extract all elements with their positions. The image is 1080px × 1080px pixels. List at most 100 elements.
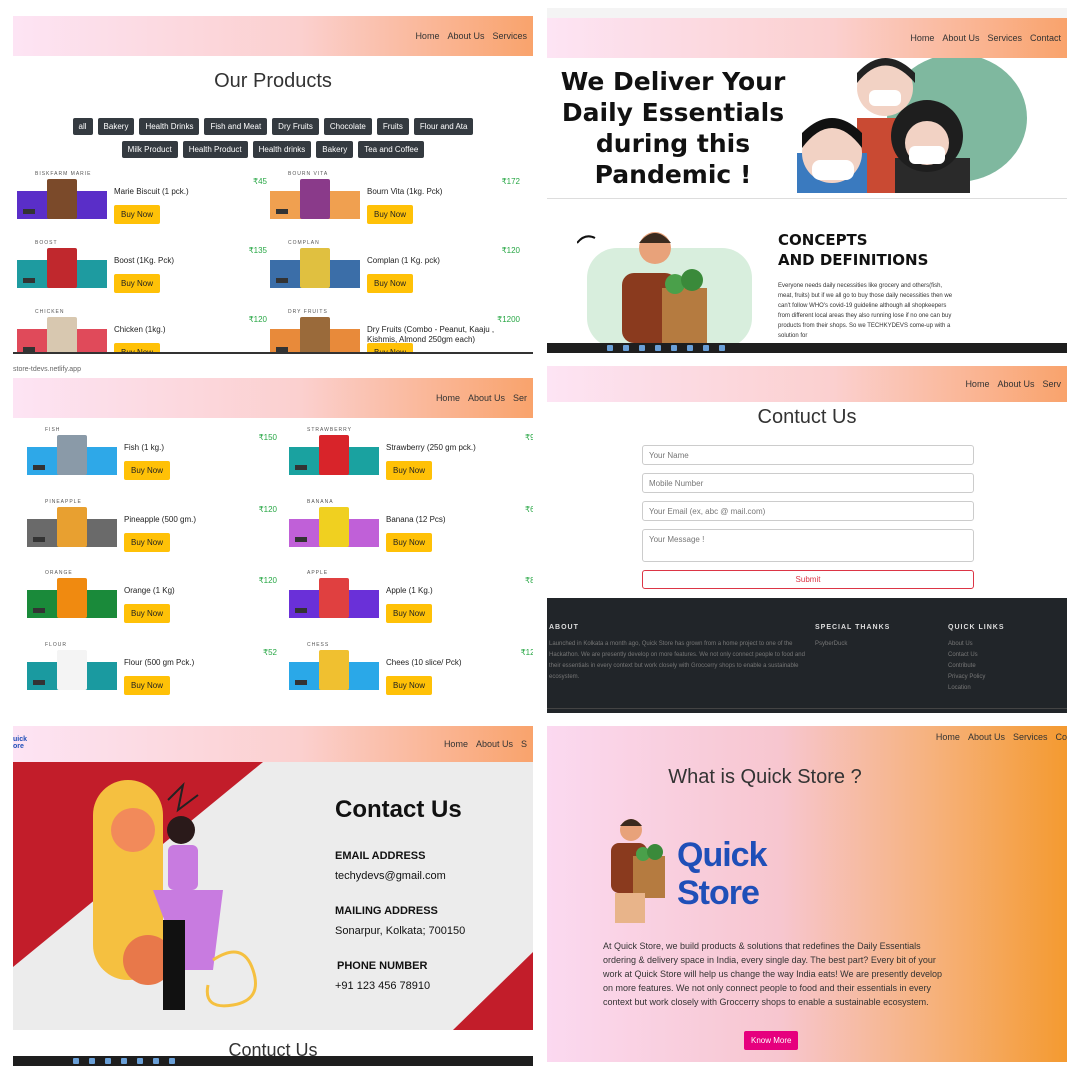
buy-now-button[interactable]: Buy Now	[124, 604, 171, 623]
nav-services[interactable]: Services	[492, 31, 527, 41]
taskbar-icon[interactable]	[153, 1058, 159, 1064]
taskbar-icon[interactable]	[719, 345, 725, 351]
nav-contact[interactable]: Contact	[1030, 33, 1061, 43]
nav-about[interactable]: About Us	[997, 379, 1034, 389]
product-package	[57, 506, 87, 547]
filter-chip[interactable]: Tea and Coffee	[358, 141, 425, 158]
taskbar-icon[interactable]	[671, 345, 677, 351]
product-package	[47, 317, 77, 354]
mobile-input[interactable]: Mobile Number	[642, 473, 974, 493]
product-brand: BOOST	[35, 240, 58, 246]
buy-now-button[interactable]: Buy Now	[124, 532, 171, 552]
product-card: BISKFARM MARIE Marie Biscuit (1 pck.) ₹45 B…	[17, 171, 267, 239]
nav-home[interactable]: Home	[444, 739, 468, 749]
submit-button[interactable]: Submit	[642, 570, 974, 589]
filter-chip[interactable]: Flour and Ata	[413, 118, 474, 135]
filter-chip[interactable]: Bakery	[97, 118, 135, 135]
filter-chip[interactable]: Chocolate	[323, 118, 372, 135]
product-name: Marie Biscuit (1 pck.)	[114, 187, 189, 196]
nav-services[interactable]: Services	[987, 33, 1022, 43]
filter-chip[interactable]: Fruits	[376, 118, 409, 135]
filter-chip[interactable]: Milk Product	[121, 141, 178, 158]
nav-about[interactable]: About Us	[447, 31, 484, 41]
filter-chip[interactable]: Dry Fruits	[272, 118, 319, 135]
filter-chip[interactable]: Health Product	[182, 141, 248, 158]
product-package	[47, 248, 77, 288]
products-panel: Home About Us Services Our Products all B…	[13, 16, 533, 354]
taskbar-icon[interactable]	[639, 345, 645, 351]
buy-now-button[interactable]: Buy Now	[114, 205, 161, 224]
taskbar-icon[interactable]	[105, 1058, 111, 1064]
taskbar-icon[interactable]	[89, 1058, 95, 1064]
taskbar-icon[interactable]	[137, 1058, 143, 1064]
nav-about[interactable]: About Us	[468, 393, 505, 403]
footer-about-text: Launched in Kolkata a month ago, Quick S…	[549, 641, 805, 680]
taskbar-icon[interactable]	[121, 1058, 127, 1064]
nav-home[interactable]: Home	[415, 31, 439, 41]
nav-services[interactable]: Ser	[513, 393, 527, 403]
nav-about[interactable]: About Us	[476, 739, 513, 749]
barcode-icon	[33, 679, 45, 685]
buy-now-button[interactable]: Buy Now	[367, 274, 414, 293]
nav-home[interactable]: Home	[910, 33, 934, 43]
nav-services[interactable]: S	[521, 739, 527, 749]
barcode-icon	[23, 278, 35, 283]
product-price: ₹120	[258, 576, 277, 585]
buy-now-button[interactable]: Buy Now	[386, 461, 433, 480]
nav-about[interactable]: About Us	[968, 732, 1005, 742]
buy-now-button[interactable]: Buy Now	[386, 532, 433, 552]
footer-thanks-link[interactable]: PsyberDuck	[815, 639, 925, 650]
product-card: BANANA Banana (12 Pcs) ₹60 Buy Now	[289, 499, 533, 567]
nav-home[interactable]: Home	[965, 379, 989, 389]
filter-row-1: all Bakery Health Drinks Fish and Meat Dry F…	[13, 118, 533, 135]
taskbar-icon[interactable]	[169, 1058, 175, 1064]
filter-chip[interactable]: all	[72, 118, 93, 135]
product-price: ₹120	[501, 246, 520, 255]
url-bar[interactable]: store-tdevs.netlify.app	[13, 366, 81, 373]
filter-chip[interactable]: Health Drinks	[139, 118, 200, 135]
message-textarea[interactable]: Your Message !	[642, 529, 974, 562]
buy-now-button[interactable]: Buy Now	[386, 604, 433, 623]
buy-now-button[interactable]: Buy Now	[367, 205, 414, 224]
filter-chip[interactable]: Fish and Meat	[204, 118, 268, 135]
taskbar-icon[interactable]	[687, 345, 693, 351]
product-brand: ORANGE	[45, 570, 73, 576]
product-name: Apple (1 Kg.)	[386, 586, 433, 595]
nav-services[interactable]: Serv	[1042, 379, 1061, 389]
name-input[interactable]: Your Name	[642, 445, 974, 465]
filter-chip[interactable]: Bakery	[316, 141, 354, 158]
os-taskbar	[13, 1056, 533, 1066]
buy-now-button[interactable]: Buy Now	[124, 675, 171, 695]
product-brand: APPLE	[307, 570, 329, 576]
buy-now-button[interactable]: Buy Now	[124, 461, 171, 480]
nav-contact[interactable]: Co	[1055, 732, 1067, 742]
footer-link-contact[interactable]: Contact Us	[948, 650, 1058, 661]
product-price: ₹1200	[497, 315, 520, 324]
footer-link-contribute[interactable]: Contribute	[948, 661, 1058, 672]
buy-now-button[interactable]: Buy Now	[386, 675, 433, 695]
filter-chip[interactable]: Health drinks	[252, 141, 312, 158]
taskbar-icon[interactable]	[73, 1058, 79, 1064]
taskbar-icon[interactable]	[655, 345, 661, 351]
product-package	[319, 506, 349, 547]
footer-thanks: SPECIAL THANKS PsyberDuck	[815, 622, 925, 650]
nav-home[interactable]: Home	[936, 732, 960, 742]
nav-services[interactable]: Services	[1013, 732, 1048, 742]
footer-link-location[interactable]: Location	[948, 683, 1058, 694]
taskbar-icon[interactable]	[703, 345, 709, 351]
nav-about[interactable]: About Us	[942, 33, 979, 43]
buy-now-button[interactable]: Buy Now	[114, 274, 161, 293]
brand-logo[interactable]: uick ore	[13, 736, 27, 750]
phone-heading: PHONE NUMBER	[337, 960, 428, 972]
know-more-button[interactable]: Know More	[744, 1031, 799, 1050]
nav-home[interactable]: Home	[436, 393, 460, 403]
product-package	[47, 179, 77, 219]
taskbar-icon[interactable]	[607, 345, 613, 351]
footer-link-about[interactable]: About Us	[948, 639, 1058, 650]
footer-link-privacy[interactable]: Privacy Policy	[948, 672, 1058, 683]
email-input[interactable]: Your Email (ex, abc @ mail.com)	[642, 501, 974, 521]
taskbar-icon[interactable]	[623, 345, 629, 351]
product-price: ₹120	[248, 315, 267, 324]
barcode-icon	[23, 209, 35, 214]
barcode-icon	[295, 608, 307, 613]
